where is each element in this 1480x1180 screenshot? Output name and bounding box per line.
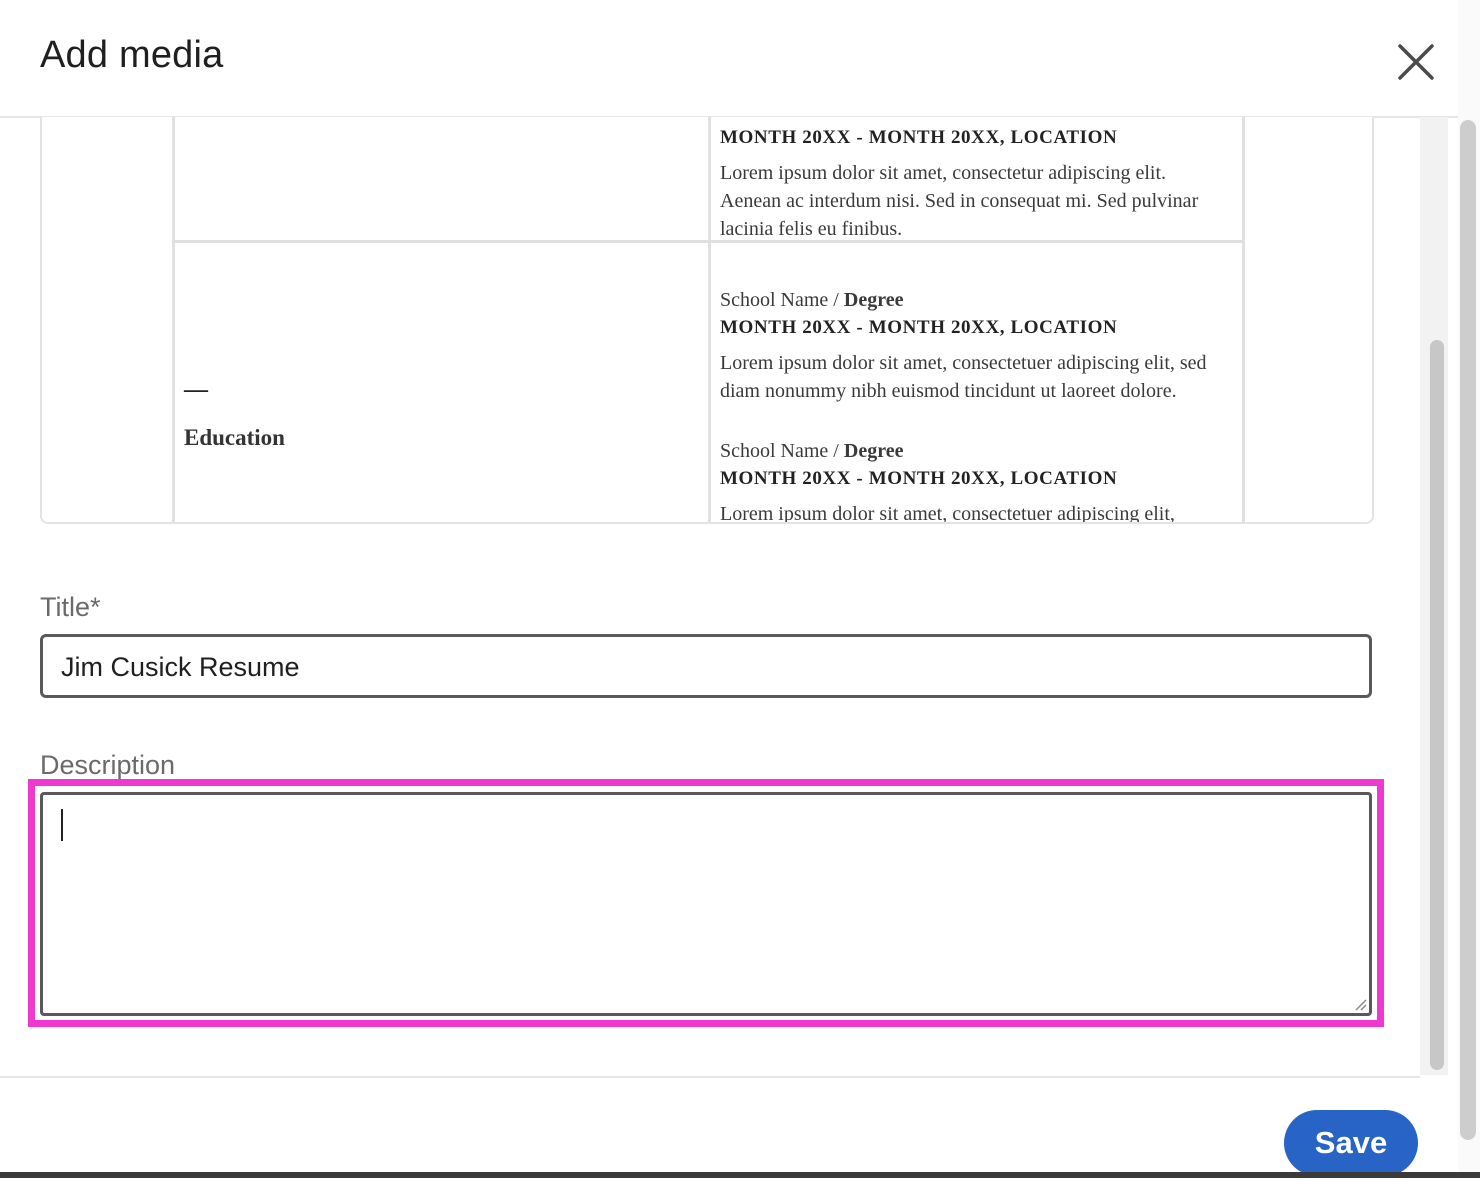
dialog-footer	[0, 1076, 1420, 1180]
document-preview[interactable]: MONTH 20XX - MONTH 20XX, LOCATION Lorem …	[40, 117, 1374, 524]
text-caret	[61, 809, 63, 841]
resume-document: MONTH 20XX - MONTH 20XX, LOCATION Lorem …	[172, 117, 1245, 524]
table-border-right	[1242, 117, 1245, 522]
table-border-left	[172, 117, 175, 522]
close-button[interactable]	[1392, 38, 1440, 86]
page-scrollbar-thumb[interactable]	[1460, 120, 1476, 1140]
save-button[interactable]: Save	[1284, 1110, 1418, 1176]
required-marker: *	[90, 592, 101, 622]
education-entry-school: School Name / Degree	[720, 289, 904, 311]
description-label: Description	[40, 750, 176, 780]
title-input-value: Jim Cusick Resume	[61, 652, 300, 682]
dialog-title: Add media	[40, 34, 224, 76]
education-heading: Education	[184, 425, 285, 450]
education-entry-degree: Degree	[843, 440, 904, 462]
dialog-bottom-edge	[0, 1172, 1480, 1178]
resize-grip-icon[interactable]	[1353, 997, 1367, 1011]
dialog-header: Add media	[0, 0, 1480, 118]
table-border-middle	[708, 117, 711, 522]
education-entry-school: School Name / Degree	[720, 440, 904, 462]
experience-line: Lorem ipsum dolor sit amet, consectetur …	[720, 162, 1167, 184]
description-textarea[interactable]	[40, 792, 1372, 1016]
close-icon	[1398, 44, 1434, 80]
education-entry-dates: MONTH 20XX - MONTH 20XX, LOCATION	[720, 317, 1118, 338]
education-entry-line: Lorem ipsum dolor sit amet, consectetuer…	[720, 503, 1175, 524]
education-entry-degree: Degree	[843, 289, 904, 311]
education-entry-dates: MONTH 20XX - MONTH 20XX, LOCATION	[720, 468, 1118, 489]
section-dash: —	[184, 377, 208, 403]
title-input[interactable]: Jim Cusick Resume	[40, 634, 1372, 698]
education-entry-line: Lorem ipsum dolor sit amet, consectetuer…	[720, 352, 1207, 374]
table-row-divider	[172, 240, 1244, 243]
dialog-scrollbar-thumb[interactable]	[1430, 340, 1444, 1070]
education-entry-line: diam nonummy nibh euismod tincidunt ut l…	[720, 380, 1177, 402]
experience-dates: MONTH 20XX - MONTH 20XX, LOCATION	[720, 127, 1118, 148]
add-media-dialog: Add media MONTH 20XX - MONTH 20XX, LOCAT…	[0, 0, 1480, 1180]
experience-line: Aenean ac interdum nisi. Sed in consequa…	[720, 190, 1199, 212]
experience-line: lacinia felis eu finibus.	[720, 218, 903, 240]
title-label: Title*	[40, 592, 101, 622]
